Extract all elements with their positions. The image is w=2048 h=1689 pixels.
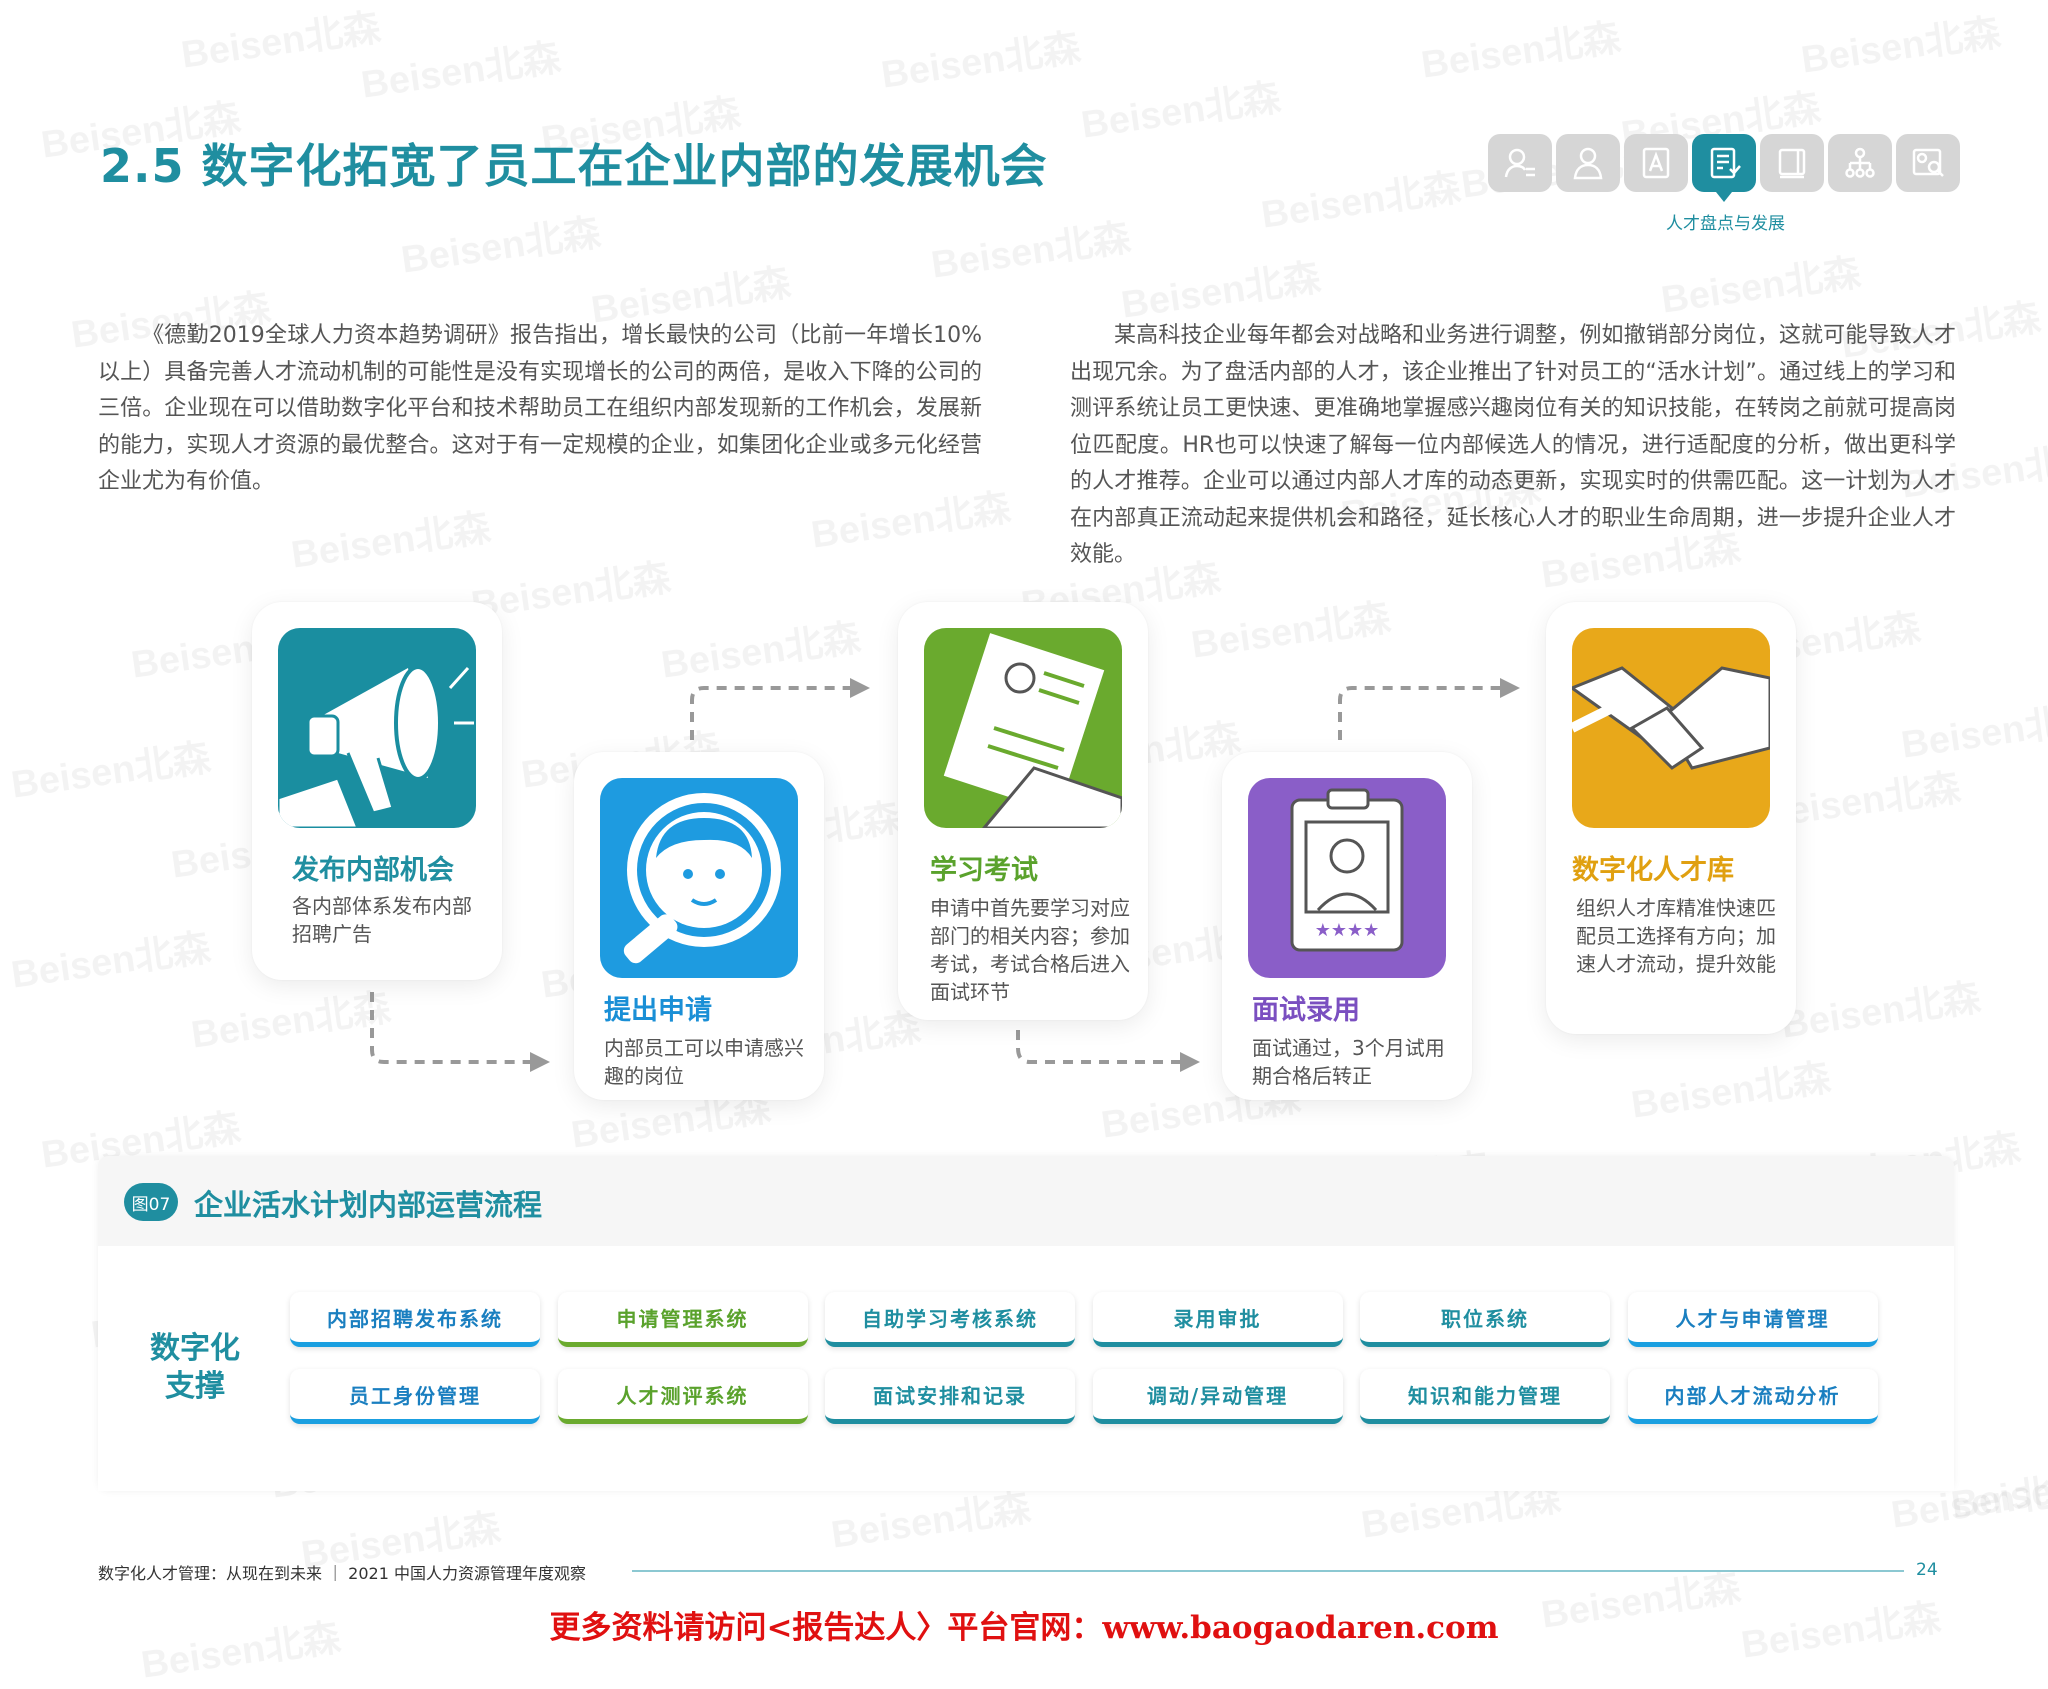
step-desc: 组织人才库精准快速匹配员工选择有方向；加速人才流动，提升效能 [1576, 896, 1776, 976]
promo-link[interactable]: 更多资料请访问<报告达人〉平台官网：www.baogaodaren.com [0, 1602, 2048, 1647]
system-tag: 知识和能力管理 [1360, 1369, 1610, 1424]
megaphone-illustration [278, 628, 476, 828]
step-card-publish: 发布内部机会 各内部体系发布内部招聘广告 [252, 602, 502, 980]
handshake-icon [1572, 666, 1770, 770]
step-desc: 申请中首先要学习对应部门的相关内容；参加考试，考试合格后进入面试环节 [930, 896, 1130, 1004]
step-desc: 各内部体系发布内部招聘广告 [292, 894, 472, 946]
watermark-text: Beisen北森 [1947, 1446, 2048, 1528]
connector-4-5 [1338, 686, 1500, 740]
connector-2-3 [690, 686, 850, 740]
step-title: 提出申请 [604, 995, 712, 1026]
system-tag: 内部招聘发布系统 [290, 1292, 540, 1347]
megaphone-icon [278, 665, 474, 828]
support-label: 数字化支撑 [150, 1331, 240, 1404]
arrow-head-2 [850, 678, 870, 698]
system-tag: 录用审批 [1092, 1292, 1343, 1347]
system-grid: 内部招聘发布系统 申请管理系统 自助学习考核系统 录用审批 职位系统 人才与申请管理员工身… [290, 1292, 1878, 1424]
step-card-interview: ★★★★ 面试录用 面试通过，3个月试用期合格后转正 [1222, 752, 1472, 1100]
system-tag: 内部人才流动分析 [1627, 1369, 1878, 1424]
step-card-study: 学习考试 申请中首先要学习对应部门的相关内容；参加考试，考试合格后进入面试环节 [898, 602, 1148, 1020]
step-title: 学习考试 [930, 855, 1038, 886]
clipboard-illustration: ★★★★ [1248, 778, 1446, 978]
arrow-head-1 [530, 1052, 550, 1072]
arrow-head-4 [1500, 678, 1520, 698]
handshake-illustration [1572, 628, 1770, 828]
applicant-illustration [600, 778, 798, 978]
system-tag: 调动/异动管理 [1092, 1369, 1343, 1424]
step-card-talent-pool: 数字化人才库 组织人才库精准快速匹配员工选择有方向；加速人才流动，提升效能 [1546, 602, 1796, 1034]
system-tag: 面试安排和记录 [825, 1369, 1075, 1424]
footer-text: 数字化人才管理：从现在到未来 ｜ 2021 中国人力资源管理年度观察 [98, 1564, 586, 1583]
figure-title: 企业活水计划内部运营流程 [194, 1188, 543, 1222]
resume-illustration [924, 628, 1122, 828]
footer-divider [632, 1570, 1904, 1572]
figure-badge: 图07 [124, 1183, 178, 1221]
connector-1-2 [370, 992, 530, 1064]
step-card-apply: 提出申请 内部员工可以申请感兴趣的岗位 [574, 752, 824, 1100]
step-title: 发布内部机会 [292, 855, 454, 886]
clipboard-rating-icon: ★★★★ [1290, 788, 1404, 952]
magnifier-person-icon [623, 793, 781, 964]
step-title: 面试录用 [1252, 995, 1360, 1026]
system-tag: 申请管理系统 [557, 1292, 808, 1347]
svg-text:★★★★: ★★★★ [1315, 920, 1380, 941]
page-number: 24 [1916, 1560, 1938, 1580]
system-tag: 人才测评系统 [557, 1369, 808, 1424]
step-desc: 面试通过，3个月试用期合格后转正 [1252, 1036, 1445, 1088]
system-tag: 员工身份管理 [290, 1369, 540, 1424]
step-desc: 内部员工可以申请感兴趣的岗位 [604, 1036, 804, 1088]
system-tag: 职位系统 [1360, 1292, 1610, 1347]
system-tag: 自助学习考核系统 [825, 1292, 1075, 1347]
step-title: 数字化人才库 [1572, 855, 1734, 886]
arrow-head-3 [1180, 1052, 1200, 1072]
system-tag: 人才与申请管理 [1627, 1292, 1878, 1347]
connector-3-4 [1016, 1030, 1180, 1064]
resume-icon [943, 633, 1122, 828]
